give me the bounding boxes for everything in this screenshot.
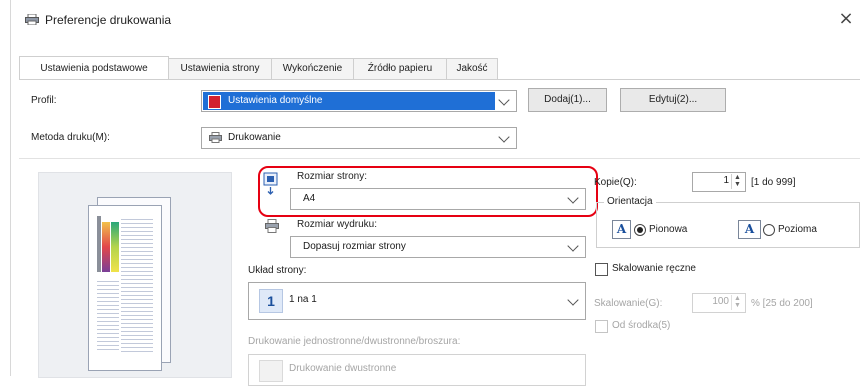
profile-label: Profil: — [31, 95, 57, 106]
copies-range: [1 do 999] — [751, 177, 796, 188]
output-size-icon — [265, 219, 279, 233]
tab-panel-border — [19, 79, 860, 80]
manual-scaling-label: Skalowanie ręczne — [612, 263, 696, 274]
scaling-range: % [25 do 200] — [751, 298, 813, 309]
print-method-select[interactable]: Drukowanie — [201, 127, 517, 149]
tab-quality[interactable]: Jakość — [446, 58, 498, 79]
page-layout-icon: 1 — [259, 289, 283, 313]
printer-icon — [25, 14, 39, 25]
output-size-value: Dopasuj rozmiar strony — [303, 241, 406, 252]
print-method-value: Drukowanie — [228, 132, 281, 143]
chevron-down-icon — [498, 131, 510, 143]
duplex-label: Drukowanie jednostronne/dwustronne/brosz… — [248, 336, 461, 347]
duplex-value: Drukowanie dwustronne — [289, 363, 397, 374]
output-size-select[interactable]: Dopasuj rozmiar strony — [290, 236, 586, 258]
close-icon[interactable]: × — [835, 8, 857, 30]
copies-spinner[interactable]: 1 ▲ ▼ — [692, 172, 746, 192]
from-center-label: Od środka(5) — [612, 320, 671, 331]
profile-value: Ustawienia domyślne — [228, 95, 323, 106]
page-size-label: Rozmiar strony: — [297, 171, 368, 182]
portrait-orientation-icon: A — [612, 220, 631, 239]
page-layout-value: 1 na 1 — [289, 294, 317, 305]
chevron-down-icon — [567, 240, 579, 252]
section-divider — [19, 158, 860, 159]
tab-paper-source[interactable]: Źródło papieru — [353, 58, 447, 79]
spinner-arrows-icon[interactable]: ▲ ▼ — [731, 295, 743, 310]
print-preferences-window: Preferencje drukowania × Ustawienia pods… — [10, 0, 860, 386]
page-size-value: A4 — [303, 193, 316, 204]
radio-selected-dot — [637, 227, 643, 233]
copies-value: 1 — [723, 175, 729, 186]
duplex-select[interactable]: Drukowanie dwustronne — [248, 354, 586, 386]
preview-bar-gray — [97, 216, 101, 272]
page-preview — [38, 172, 232, 378]
chevron-down-icon — [567, 192, 579, 204]
page-layout-label: Układ strony: — [248, 265, 307, 276]
copies-label: Kopie(Q): — [594, 177, 637, 188]
preview-text-lines — [121, 216, 153, 352]
chevron-down-icon — [498, 94, 510, 106]
profile-icon — [208, 95, 221, 109]
preview-front-page — [88, 205, 162, 371]
edit-profile-button[interactable]: Edytuj(2)... — [620, 88, 726, 112]
add-profile-button[interactable]: Dodaj(1)... — [528, 88, 607, 112]
spinner-arrows-icon[interactable]: ▲ ▼ — [731, 174, 743, 189]
tab-finishing[interactable]: Wykończenie — [271, 58, 354, 79]
print-method-label: Metoda druku(M): — [31, 132, 110, 143]
preview-bar-color2 — [111, 222, 119, 272]
landscape-orientation-icon: A — [738, 220, 761, 239]
portrait-label: Pionowa — [649, 224, 688, 235]
tab-basic-settings[interactable]: Ustawienia podstawowe — [19, 56, 169, 79]
duplex-icon — [259, 360, 283, 382]
chevron-down-icon — [567, 294, 579, 306]
scaling-value: 100 — [712, 296, 729, 307]
printer-icon — [209, 132, 222, 143]
landscape-label: Pozioma — [778, 224, 817, 235]
landscape-radio[interactable] — [763, 224, 775, 236]
profile-select[interactable]: Ustawienia domyślne — [201, 90, 517, 112]
preview-text-lines-left — [97, 278, 119, 352]
orientation-label: Orientacja — [604, 196, 656, 207]
title-bar: Preferencje drukowania × — [11, 0, 860, 38]
page-layout-select[interactable]: 1 1 na 1 — [248, 282, 586, 320]
output-size-label: Rozmiar wydruku: — [297, 219, 378, 230]
page-size-select[interactable]: A4 — [290, 188, 586, 210]
scaling-label: Skalowanie(G): — [594, 298, 663, 309]
window-title: Preferencje drukowania — [45, 13, 172, 27]
manual-scaling-checkbox[interactable] — [595, 263, 608, 276]
scaling-spinner[interactable]: 100 ▲ ▼ — [692, 293, 746, 313]
portrait-radio[interactable] — [634, 224, 646, 236]
preview-bar-color1 — [102, 222, 110, 272]
tab-page-settings[interactable]: Ustawienia strony — [168, 58, 272, 79]
page-size-icon — [263, 172, 278, 195]
from-center-checkbox[interactable] — [595, 320, 608, 333]
